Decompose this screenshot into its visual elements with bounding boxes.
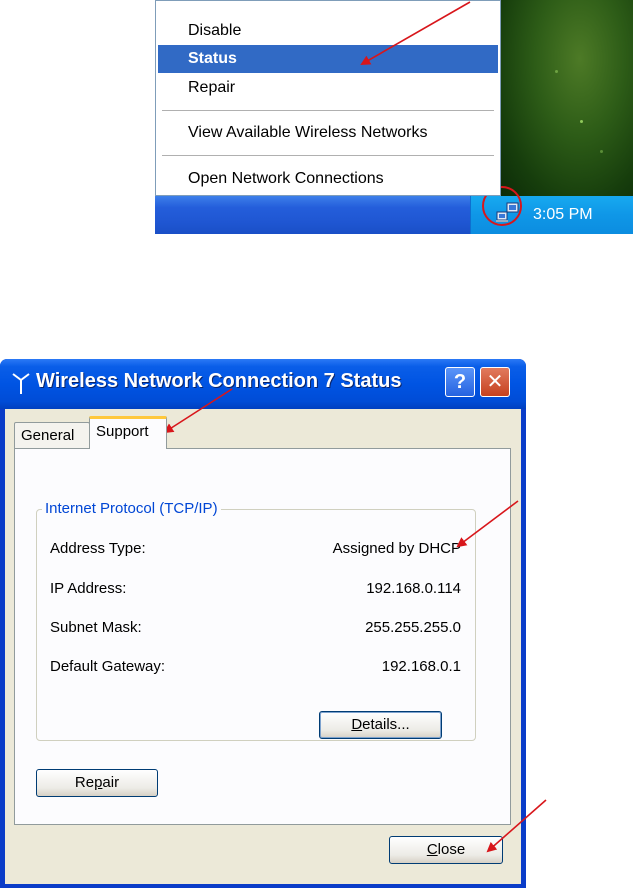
subnet-mask-label: Subnet Mask: [50, 619, 142, 636]
menu-separator [162, 155, 494, 156]
taskbar-screenshot: 3:05 PM Disable Status Repair View Avail… [155, 0, 633, 234]
tcpip-group-box: Internet Protocol (TCP/IP) Address Type:… [36, 500, 476, 741]
status-dialog: Wireless Network Connection 7 Status ? ✕… [0, 359, 526, 888]
menu-item-status[interactable]: Status [158, 45, 498, 73]
repair-button[interactable]: Repair [36, 769, 158, 797]
details-button-accelerator: D [351, 716, 363, 733]
address-type-value: Assigned by DHCP [332, 540, 461, 557]
tab-support[interactable]: Support [89, 416, 167, 449]
close-button-accelerator: C [426, 841, 438, 858]
menu-item-open-network-connections[interactable]: Open Network Connections [158, 165, 498, 193]
menu-item-disable[interactable]: Disable [158, 17, 498, 45]
tray-context-menu: Disable Status Repair View Available Wir… [155, 0, 501, 196]
close-button-label-end: lose [437, 841, 466, 858]
help-button[interactable]: ? [445, 367, 475, 397]
default-gateway-value: 192.168.0.1 [381, 658, 461, 675]
address-type-label: Address Type: [50, 540, 146, 557]
default-gateway-label: Default Gateway: [50, 658, 166, 675]
group-title: Internet Protocol (TCP/IP) [42, 500, 221, 517]
menu-item-view-wireless-networks[interactable]: View Available Wireless Networks [158, 119, 498, 147]
ip-address-label: IP Address: [50, 580, 127, 597]
taskbar-clock[interactable]: 3:05 PM [533, 196, 593, 234]
close-button[interactable]: Close [389, 836, 503, 864]
repair-button-label-start: Re [74, 774, 95, 791]
tab-general[interactable]: General [14, 422, 90, 448]
menu-item-repair[interactable]: Repair [158, 74, 498, 102]
ip-address-value: 192.168.0.114 [366, 580, 461, 597]
dialog-title: Wireless Network Connection 7 Status [36, 370, 402, 392]
repair-button-label-end: air [102, 774, 120, 791]
dialog-client-area: General Support Internet Protocol (TCP/I… [5, 409, 521, 884]
close-window-button[interactable]: ✕ [480, 367, 510, 397]
wireless-antenna-icon [12, 373, 30, 394]
details-button[interactable]: Details... [319, 711, 442, 739]
menu-separator [162, 110, 494, 111]
dialog-titlebar[interactable]: Wireless Network Connection 7 Status ? ✕ [0, 359, 526, 409]
support-tab-panel: Internet Protocol (TCP/IP) Address Type:… [14, 448, 511, 825]
details-button-label-end: etails... [362, 716, 410, 733]
desktop-background [500, 0, 633, 196]
subnet-mask-value: 255.255.255.0 [365, 619, 461, 636]
